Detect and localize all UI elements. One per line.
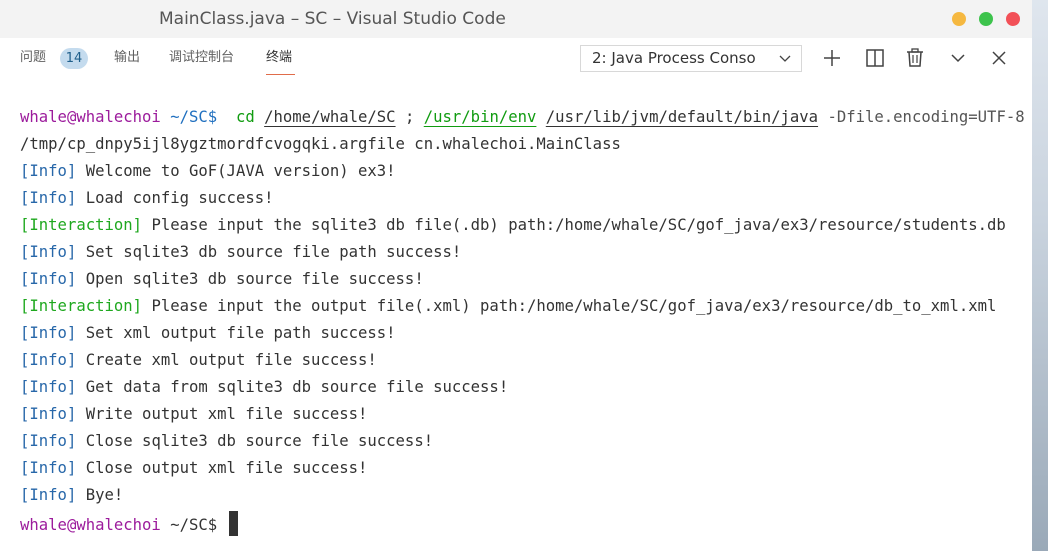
- desktop-background: [1032, 0, 1048, 551]
- line-tag: [Interaction]: [20, 297, 143, 315]
- line-text: Load config success!: [76, 189, 274, 207]
- line-tag: [Info]: [20, 270, 77, 288]
- cmd-cd: cd: [235, 108, 255, 126]
- terminal-line: [Info] Set sqlite3 db source file path s…: [20, 241, 461, 263]
- tab-problems[interactable]: 问题: [20, 48, 46, 72]
- line-text: Set xml output file path success!: [76, 324, 396, 342]
- terminal-output[interactable]: whale@whalechoi ~/SC$ cd /home/whale/SC …: [0, 82, 1032, 551]
- line-text: Close output xml file success!: [76, 459, 368, 477]
- tab-problems-label: 问题: [20, 50, 47, 65]
- terminal-line: [Info] Close sqlite3 db source file succ…: [20, 430, 433, 452]
- terminal-cursor: [228, 511, 238, 536]
- line-tag: [Info]: [20, 162, 77, 180]
- terminal-line: [Info] Get data from sqlite3 db source f…: [20, 376, 508, 398]
- prompt-path: ~/SC$: [170, 516, 218, 534]
- problems-count-badge: 14: [60, 48, 88, 69]
- cmd-args-1: -Dfile.encoding=UTF-8 @: [827, 108, 1032, 126]
- line-tag: [Info]: [20, 486, 77, 504]
- close-icon[interactable]: [987, 46, 1011, 70]
- line-text: Please input the sqlite3 db file(.db) pa…: [142, 216, 1006, 234]
- cmd-env[interactable]: /usr/bin/env: [424, 108, 537, 126]
- cmd-cd-arg[interactable]: /home/whale/SC: [264, 108, 395, 126]
- close-window-button[interactable]: [1006, 12, 1020, 26]
- line-text: Open sqlite3 db source file success!: [76, 270, 424, 288]
- prompt-path: ~/SC$: [170, 108, 218, 126]
- line-text: Bye!: [76, 486, 124, 504]
- line-tag: [Info]: [20, 459, 77, 477]
- chevron-down-icon: [779, 46, 791, 71]
- cmd-separator: ;: [404, 108, 415, 126]
- terminal-line: [Info] Create xml output file success!: [20, 349, 377, 371]
- line-text: Close sqlite3 db source file success!: [76, 432, 434, 450]
- command-line: whale@whalechoi ~/SC$ cd /home/whale/SC …: [20, 106, 1032, 128]
- line-tag: [Info]: [20, 378, 77, 396]
- line-text: Write output xml file success!: [76, 405, 368, 423]
- line-text: Please input the output file(.xml) path:…: [142, 297, 997, 315]
- line-tag: [Info]: [20, 324, 77, 342]
- line-tag: [Info]: [20, 189, 77, 207]
- line-text: Welcome to GoF(JAVA version) ex3!: [76, 162, 396, 180]
- terminal-line: [Info] Set xml output file path success!: [20, 322, 396, 344]
- line-text: Create xml output file success!: [76, 351, 377, 369]
- chevron-down-icon[interactable]: [946, 46, 970, 70]
- panel-tab-bar: 问题 14 输出 调试控制台 终端 2: Java Process Conso: [0, 38, 1032, 82]
- terminal-line: [Info] Bye!: [20, 484, 123, 506]
- line-text: Set sqlite3 db source file path success!: [76, 243, 462, 261]
- maximize-button[interactable]: [979, 12, 993, 26]
- terminal-line: [Info] Open sqlite3 db source file succe…: [20, 268, 424, 290]
- prompt-line: whale@whalechoi ~/SC$: [20, 511, 238, 536]
- terminal-select-value: 2: Java Process Conso: [592, 49, 756, 67]
- prompt-user: whale@whalechoi: [20, 516, 161, 534]
- terminal-line: [Info] Write output xml file success!: [20, 403, 367, 425]
- terminal-line: [Info] Welcome to GoF(JAVA version) ex3!: [20, 160, 396, 182]
- line-tag: [Info]: [20, 432, 77, 450]
- terminal-line: [Info] Load config success!: [20, 187, 274, 209]
- terminal-select-dropdown[interactable]: 2: Java Process Conso: [580, 45, 802, 72]
- vscode-window: MainClass.java – SC – Visual Studio Code…: [0, 0, 1032, 551]
- prompt-user: whale@whalechoi: [20, 108, 161, 126]
- cmd-java[interactable]: /usr/lib/jvm/default/bin/java: [546, 108, 818, 126]
- active-tab-indicator: [266, 74, 295, 75]
- line-tag: [Info]: [20, 405, 77, 423]
- command-line-wrap: /tmp/cp_dnpy5ijl8ygztmordfcvogqki.argfil…: [20, 135, 621, 153]
- plus-icon[interactable]: [820, 46, 844, 70]
- terminal-line: [Info] Close output xml file success!: [20, 457, 367, 479]
- tab-output[interactable]: 输出: [114, 48, 140, 72]
- tab-debug-console[interactable]: 调试控制台: [169, 48, 234, 72]
- tab-terminal[interactable]: 终端: [266, 48, 292, 72]
- line-tag: [Info]: [20, 351, 77, 369]
- minimize-button[interactable]: [952, 12, 966, 26]
- split-icon[interactable]: [863, 46, 887, 70]
- terminal-line: [Interaction] Please input the sqlite3 d…: [20, 214, 1006, 236]
- terminal-line: [Interaction] Please input the output fi…: [20, 295, 996, 317]
- title-bar: MainClass.java – SC – Visual Studio Code: [0, 0, 1032, 38]
- line-text: Get data from sqlite3 db source file suc…: [76, 378, 509, 396]
- trash-icon[interactable]: [903, 46, 927, 70]
- window-title: MainClass.java – SC – Visual Studio Code: [159, 9, 506, 29]
- line-tag: [Info]: [20, 243, 77, 261]
- line-tag: [Interaction]: [20, 216, 143, 234]
